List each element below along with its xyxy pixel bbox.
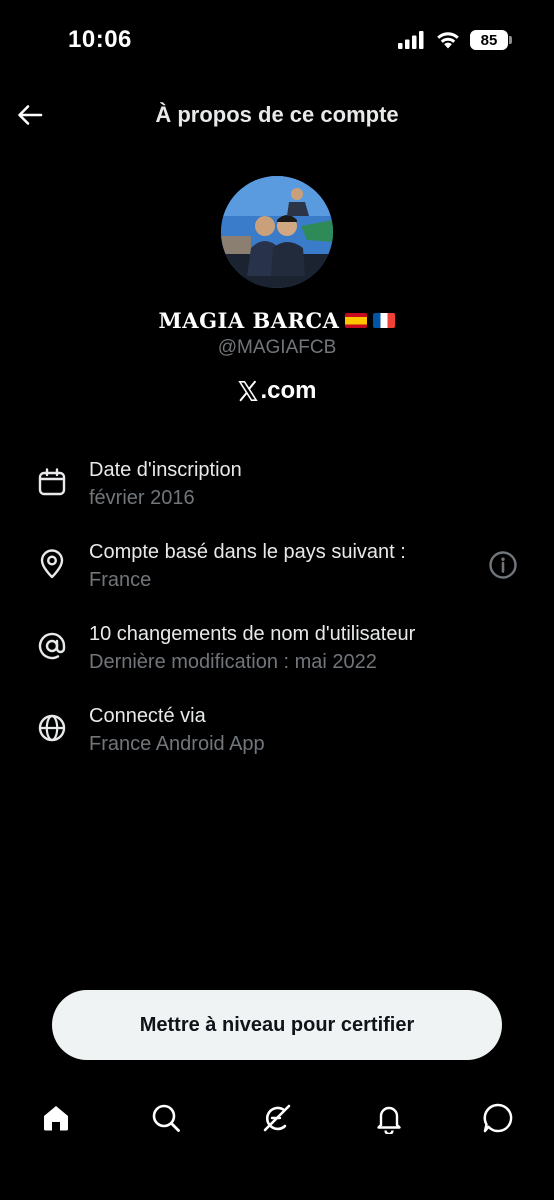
info-row-connected-via: Connecté via France Android App bbox=[0, 702, 554, 784]
location-pin-icon bbox=[40, 549, 64, 579]
bottom-navigation bbox=[0, 1090, 554, 1146]
avatar[interactable] bbox=[221, 176, 333, 288]
site-suffix: .com bbox=[260, 377, 317, 404]
status-icons: 85 bbox=[398, 30, 512, 50]
page-title: À propos de ce compte bbox=[155, 102, 399, 127]
info-row-join-date: Date d'inscription février 2016 bbox=[0, 456, 554, 538]
france-flag-icon bbox=[373, 313, 396, 328]
nav-search[interactable] bbox=[146, 1098, 186, 1138]
status-bar: 10:06 85 bbox=[0, 0, 554, 80]
site-label: .com bbox=[0, 377, 554, 405]
info-title: 10 changements de nom d'utilisateur bbox=[89, 623, 416, 645]
display-name: MAGIA BARCA bbox=[0, 308, 554, 333]
info-subtitle: France bbox=[89, 569, 152, 591]
account-info-list: Date d'inscription février 2016 Compte b… bbox=[0, 456, 554, 784]
info-subtitle: France Android App bbox=[89, 733, 265, 755]
status-time: 10:06 bbox=[68, 26, 132, 53]
grok-icon bbox=[263, 1104, 291, 1132]
display-name-text: MAGIA BARCA bbox=[158, 308, 340, 333]
info-title: Date d'inscription bbox=[89, 459, 242, 481]
nav-notifications[interactable] bbox=[369, 1098, 409, 1138]
globe-icon bbox=[38, 714, 66, 742]
info-text: Date d'inscription février 2016 bbox=[89, 456, 242, 512]
at-sign-icon bbox=[38, 632, 66, 660]
battery-indicator: 85 bbox=[470, 30, 512, 50]
info-row-country: Compte basé dans le pays suivant : Franc… bbox=[0, 538, 554, 620]
nav-messages[interactable] bbox=[478, 1098, 518, 1138]
info-subtitle: février 2016 bbox=[89, 487, 195, 509]
info-circle-icon[interactable] bbox=[488, 550, 518, 580]
user-handle: @MAGIAFCB bbox=[217, 337, 337, 358]
header: À propos de ce compte bbox=[0, 90, 554, 140]
nav-grok[interactable] bbox=[257, 1098, 297, 1138]
search-icon bbox=[152, 1104, 180, 1132]
info-text: 10 changements de nom d'utilisateur Dern… bbox=[89, 620, 415, 676]
info-text: Connecté via France Android App bbox=[89, 702, 265, 758]
upgrade-verify-button[interactable]: Mettre à niveau pour certifier bbox=[52, 990, 502, 1060]
cellular-signal-icon bbox=[398, 31, 424, 49]
info-title: Connecté via bbox=[89, 705, 206, 727]
wifi-icon bbox=[437, 32, 459, 49]
bell-icon bbox=[377, 1106, 401, 1134]
info-row-username-changes: 10 changements de nom d'utilisateur Dern… bbox=[0, 620, 554, 702]
avatar-image bbox=[221, 176, 333, 288]
profile-section: MAGIA BARCA @MAGIAFCB .com bbox=[0, 176, 554, 405]
spain-flag-icon bbox=[345, 313, 368, 328]
info-subtitle: Dernière modification : mai 2022 bbox=[89, 651, 377, 673]
info-text: Compte basé dans le pays suivant : Franc… bbox=[89, 538, 406, 594]
calendar-icon bbox=[38, 468, 66, 496]
info-title: Compte basé dans le pays suivant : bbox=[89, 541, 406, 563]
home-icon bbox=[44, 1106, 68, 1131]
x-logo-icon bbox=[238, 380, 259, 402]
chat-bubble-icon bbox=[483, 1103, 513, 1133]
nav-home[interactable] bbox=[36, 1098, 76, 1138]
